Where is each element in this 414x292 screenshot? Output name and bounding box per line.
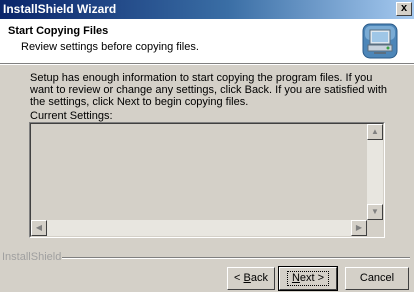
scroll-up-button[interactable]: ▲ bbox=[367, 124, 383, 140]
footer-divider bbox=[62, 257, 410, 259]
scroll-left-button[interactable]: ◀ bbox=[31, 220, 47, 236]
vertical-scrollbar[interactable]: ▲ ▼ bbox=[367, 124, 383, 220]
back-button-label: < Back bbox=[234, 272, 268, 284]
scroll-down-button[interactable]: ▼ bbox=[367, 204, 383, 220]
description-text: Setup has enough information to start co… bbox=[30, 72, 388, 108]
current-settings-text[interactable] bbox=[33, 126, 365, 218]
installshield-wizard-window: InstallShield Wizard x Start Copying Fil… bbox=[0, 0, 414, 292]
back-button[interactable]: < Back bbox=[227, 267, 275, 290]
arrow-up-icon: ▲ bbox=[371, 127, 379, 136]
cancel-button-label: Cancel bbox=[359, 272, 395, 284]
installshield-brand-label: InstallShield bbox=[2, 251, 62, 263]
page-subtitle: Review settings before copying files. bbox=[21, 41, 199, 53]
current-settings-box[interactable]: ▲ ▼ ◀ ▶ bbox=[29, 122, 385, 238]
next-button[interactable]: Next > bbox=[278, 266, 338, 291]
cancel-button[interactable]: Cancel bbox=[345, 267, 409, 290]
wizard-header: Start Copying Files Review settings befo… bbox=[0, 19, 414, 65]
arrow-down-icon: ▼ bbox=[371, 207, 379, 216]
close-icon: x bbox=[400, 2, 408, 14]
scrollbar-corner bbox=[367, 220, 383, 236]
scroll-right-button[interactable]: ▶ bbox=[351, 220, 367, 236]
current-settings-label: Current Settings: bbox=[30, 110, 113, 122]
computer-setup-icon bbox=[362, 23, 398, 59]
close-button[interactable]: x bbox=[396, 2, 412, 16]
window-title: InstallShield Wizard bbox=[3, 2, 117, 16]
horizontal-scrollbar[interactable]: ◀ ▶ bbox=[31, 220, 367, 236]
arrow-right-icon: ▶ bbox=[355, 223, 363, 232]
arrow-left-icon: ◀ bbox=[35, 223, 43, 232]
page-title: Start Copying Files bbox=[8, 25, 109, 37]
title-bar[interactable]: InstallShield Wizard x bbox=[0, 0, 414, 19]
next-button-label: Next > bbox=[286, 271, 330, 286]
